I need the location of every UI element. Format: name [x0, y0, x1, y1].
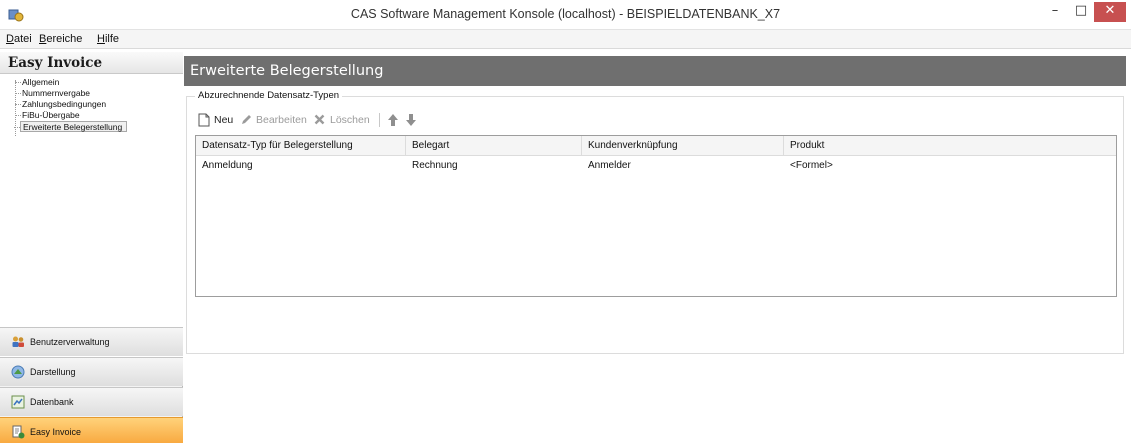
arrow-up-icon [388, 114, 398, 126]
display-icon [11, 365, 25, 379]
tree-item-allgemein[interactable]: Allgemein [14, 77, 59, 88]
close-button[interactable]: ✕ [1094, 2, 1126, 22]
nav-benutzerverwaltung-label: Benutzerverwaltung [30, 337, 110, 347]
easy-invoice-icon [12, 425, 25, 439]
menu-bereiche-label: ereiche [46, 33, 83, 45]
arrow-down-icon [406, 114, 416, 126]
page-title: Erweiterte Belegerstellung [184, 56, 1126, 86]
table-row[interactable]: Anmeldung Rechnung Anmelder <Formel> [196, 157, 1116, 175]
database-icon [11, 395, 25, 409]
menu-bereiche[interactable]: Bereiche [39, 33, 82, 45]
window-title: CAS Software Management Konsole (localho… [350, 7, 781, 21]
edit-button-label: Bearbeiten [256, 114, 307, 126]
nav-easy-invoice[interactable]: Easy Invoice [0, 417, 183, 443]
minimize-button[interactable]: – [1042, 2, 1068, 22]
delete-x-icon [314, 114, 325, 125]
nav-darstellung[interactable]: Darstellung [0, 357, 183, 386]
toolbar-separator [379, 113, 380, 127]
cell-produkt: <Formel> [790, 160, 833, 171]
group-title: Abzurechnende Datensatz-Typen [195, 90, 343, 101]
settings-tree: Allgemein Nummernvergabe Zahlungsbedingu… [0, 74, 183, 369]
tree-item-erweiterte-belegerstellung[interactable]: Erweiterte Belegerstellung [13, 121, 128, 132]
menu-hilfe[interactable]: Hilfe [97, 33, 119, 45]
edit-button[interactable]: Bearbeiten [239, 111, 311, 129]
toolbar: Neu Bearbeiten Löschen [197, 111, 597, 129]
menu-datei[interactable]: Datei [6, 33, 32, 45]
cell-kundenverknuepfung: Anmelder [588, 160, 631, 171]
new-button[interactable]: Neu [197, 111, 239, 129]
title-bar: CAS Software Management Konsole (localho… [0, 0, 1131, 30]
column-header-belegart[interactable]: Belegart [406, 136, 582, 156]
table-header: Datensatz-Typ für Belegerstellung Belega… [196, 136, 1116, 156]
record-types-table: Datensatz-Typ für Belegerstellung Belega… [195, 135, 1117, 297]
maximize-button[interactable]: □ [1068, 2, 1094, 22]
cell-datensatz-typ: Anmeldung [202, 160, 253, 171]
nav-datenbank[interactable]: Datenbank [0, 387, 183, 416]
new-button-label: Neu [214, 114, 234, 126]
nav-benutzerverwaltung[interactable]: Benutzerverwaltung [0, 327, 183, 356]
menu-hilfe-accel: H [97, 33, 105, 45]
menu-datei-label: atei [13, 33, 32, 45]
column-header-produkt[interactable]: Produkt [784, 136, 1116, 156]
column-header-datensatz-typ[interactable]: Datensatz-Typ für Belegerstellung [196, 136, 406, 156]
nav-datenbank-label: Datenbank [30, 397, 74, 407]
move-up-button[interactable] [386, 111, 400, 129]
tree-item-nummernvergabe[interactable]: Nummernvergabe [14, 88, 90, 99]
cell-belegart: Rechnung [412, 160, 458, 171]
pencil-icon [242, 115, 251, 124]
move-down-button[interactable] [404, 111, 418, 129]
main-panel: Erweiterte Belegerstellung Abzurechnende… [184, 52, 1131, 443]
nav-darstellung-label: Darstellung [30, 367, 76, 377]
delete-button[interactable]: Löschen [313, 111, 373, 129]
delete-button-label: Löschen [330, 114, 370, 126]
column-header-kundenverknuepfung[interactable]: Kundenverknüpfung [582, 136, 784, 156]
tree-item-zahlungsbedingungen[interactable]: Zahlungsbedingungen [14, 99, 106, 110]
record-types-group: Abzurechnende Datensatz-Typen Neu Bearbe… [186, 90, 1124, 354]
users-icon [12, 336, 24, 347]
menu-bar: Datei Bereiche Hilfe [0, 30, 1131, 49]
tree-item-fibu-uebergabe[interactable]: FiBu-Übergabe [15, 110, 80, 121]
new-doc-icon [198, 113, 210, 127]
nav-easy-invoice-label: Easy Invoice [30, 427, 82, 437]
left-panel-title: Easy Invoice [0, 52, 183, 74]
left-panel: Easy Invoice Allgemein Nummernvergabe Za… [0, 52, 183, 443]
menu-hilfe-label: ilfe [104, 33, 120, 45]
menu-datei-accel: D [6, 33, 14, 45]
